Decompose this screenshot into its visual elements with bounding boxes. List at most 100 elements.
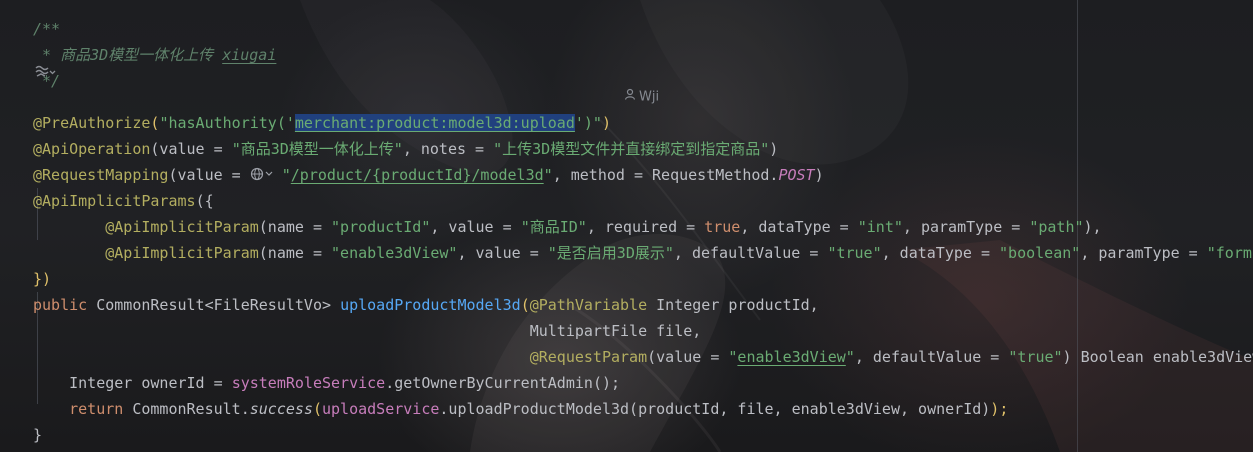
code-token: (value = [168,166,250,184]
annotation-apiimplicitparam: @ApiImplicitParam [105,244,259,262]
paren: ( [520,296,530,314]
code-line[interactable]: @ApiImplicitParam(name = "enable3dView",… [0,214,1253,262]
code-token: , paramType = [1080,244,1207,262]
return-type: CommonResult<FileResultVo> [96,296,341,314]
author-name: Wji [639,89,660,105]
code-token: , required = [586,218,705,236]
code-line[interactable]: /** [0,0,60,38]
code-token: , method = RequestMethod. [552,166,779,184]
string-literal: " [845,348,855,366]
code-token: , defaultValue = [854,348,1009,366]
code-line[interactable]: @ApiOperation(value = "商品3D模型一体化上传", not… [0,110,778,158]
string-literal: "int" [857,218,903,236]
string-literal: "true" [1008,348,1063,366]
code-token: Integer ownerId = [33,374,232,392]
code-line[interactable]: @PreAuthorize("hasAuthority('merchant:pr… [0,84,611,132]
annotation-requestmapping: @RequestMapping [33,166,169,184]
keyword: public [33,296,97,314]
code-token: (name = [258,218,332,236]
string-literal: "boolean" [999,244,1081,262]
code-token: (); [592,374,621,392]
string-literal: "path" [1029,218,1084,236]
string-literal: ')" [574,114,602,132]
code-line[interactable]: @ApiImplicitParams({ [0,162,214,210]
annotation-apioperation: @ApiOperation [33,140,151,158]
code-token: , dataType = [881,244,1000,262]
keyword: return [69,400,133,418]
code-line[interactable]: * 商品3D模型一体化上传 xiugai [0,16,276,64]
code-token: ) [769,140,779,158]
keyword: true [704,218,741,236]
code-token: (name = [258,244,332,262]
code-token: (value = [647,348,729,366]
string-literal: "商品ID" [520,218,587,236]
code-editor[interactable]: /** * 商品3D模型一体化上传 xiugai */ @PreAuthoriz… [0,0,1253,452]
string-literal: "商品3D模型一体化上传" [231,140,403,158]
paren: ) [601,114,611,132]
code-line[interactable]: }) [0,240,51,288]
code-token: (value = [150,140,232,158]
annotation-pathvariable: @PathVariable [529,296,657,314]
annotation-requestparam: @RequestParam [529,348,648,366]
code-line[interactable]: @RequestMapping(value = "/product/{produ… [0,136,824,184]
string-literal: "上传3D模型文件并直接绑定到指定商品" [493,140,770,158]
string-literal: "true" [827,244,882,262]
code-token: , paramType = [902,218,1030,236]
globe-icon[interactable] [250,163,282,189]
paren: ( [312,400,322,418]
code-line[interactable]: return CommonResult.success(uploadServic… [0,370,1008,418]
string-literal: "enable3dView" [331,244,458,262]
paren: ); [990,400,1009,418]
code-token: Integer productId, [656,296,819,314]
doc-comment-tag: xiugai [222,46,277,64]
gutter-fold-icon[interactable] [33,62,57,88]
code-token: ), [1083,218,1102,236]
selected-permission-text[interactable]: merchant:product:model3d:upload [294,114,575,132]
string-literal: " [281,166,291,184]
string-literal: " [543,166,553,184]
code-line[interactable]: } [0,396,42,444]
code-token: , notes = [402,140,494,158]
code-token: CommonResult. [132,400,250,418]
code-token: } [33,426,43,444]
code-token: , value = [457,244,548,262]
doc-comment-open: /** [33,20,61,38]
code-line[interactable]: public CommonResult<FileResultVo> upload… [0,266,819,314]
url-path-link[interactable]: /product/{productId}/model3d [291,166,544,184]
code-token: ) [814,166,824,184]
field-reference: systemRoleService [231,374,386,392]
user-icon [624,84,636,110]
enum-constant: POST [778,166,815,184]
string-literal: "productId" [331,218,431,236]
code-token: , defaultValue = [673,244,828,262]
code-line[interactable]: @ApiImplicitParam(name = "productId", va… [0,188,1101,236]
code-line[interactable]: MultipartFile file, [0,292,702,340]
code-token: , dataType = [740,218,858,236]
code-line[interactable]: */ [0,42,60,90]
code-token: MultipartFile file, [529,322,702,340]
string-literal: "hasAuthority(' [159,114,295,132]
annotation-apiimplicitparams: @ApiImplicitParams [33,192,196,210]
method-call: .uploadProductModel3d(productId, file, e… [439,400,991,418]
code-line[interactable]: Integer ownerId = systemRoleService.getO… [0,344,620,392]
param-reference-link[interactable]: enable3dView [737,348,845,366]
author-inlay-hint[interactable]: Wji [624,84,659,111]
static-method-call: success [249,400,313,418]
code-line[interactable]: @RequestParam(value = "enable3dView", de… [0,318,1253,366]
code-token: ) Boolean enable3dView [1062,348,1253,366]
method-call: .getOwnerByCurrentAdmin [385,374,593,392]
field-reference: uploadService [322,400,440,418]
string-literal: "是否启用3D展示" [547,244,674,262]
code-token: ({ [195,192,214,210]
method-name[interactable]: uploadProductModel3d [340,296,521,314]
string-literal: "form" [1206,244,1253,262]
code-token: , value = [430,218,521,236]
annotation-apiimplicitparam: @ApiImplicitParam [105,218,259,236]
annotation-preauthorize: @PreAuthorize [33,114,151,132]
doc-comment-text: * 商品3D模型一体化上传 [33,46,223,64]
